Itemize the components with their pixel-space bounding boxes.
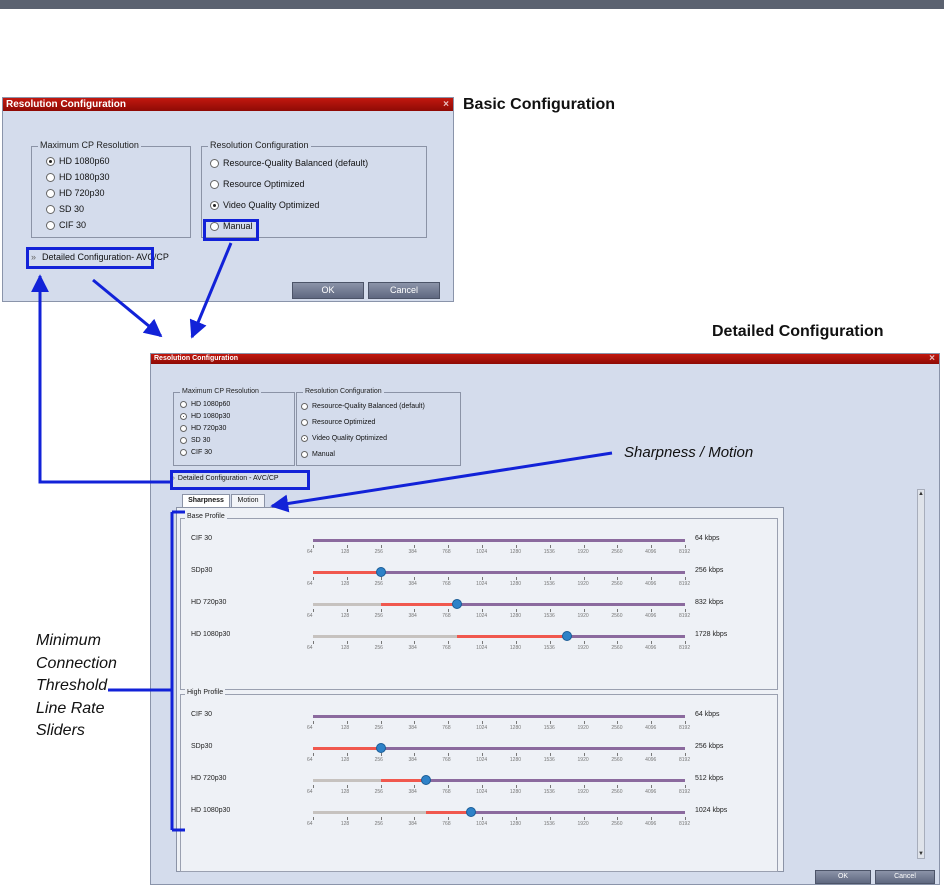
arrow-detailed-to-dialog [92,278,163,338]
arrow-sharpness-motion [270,451,613,513]
arrow-detailed-link-up [31,274,170,484]
threshold-bracket [108,510,185,832]
arrow-manual-to-dialog [189,242,233,339]
annotation-arrows [31,242,613,832]
